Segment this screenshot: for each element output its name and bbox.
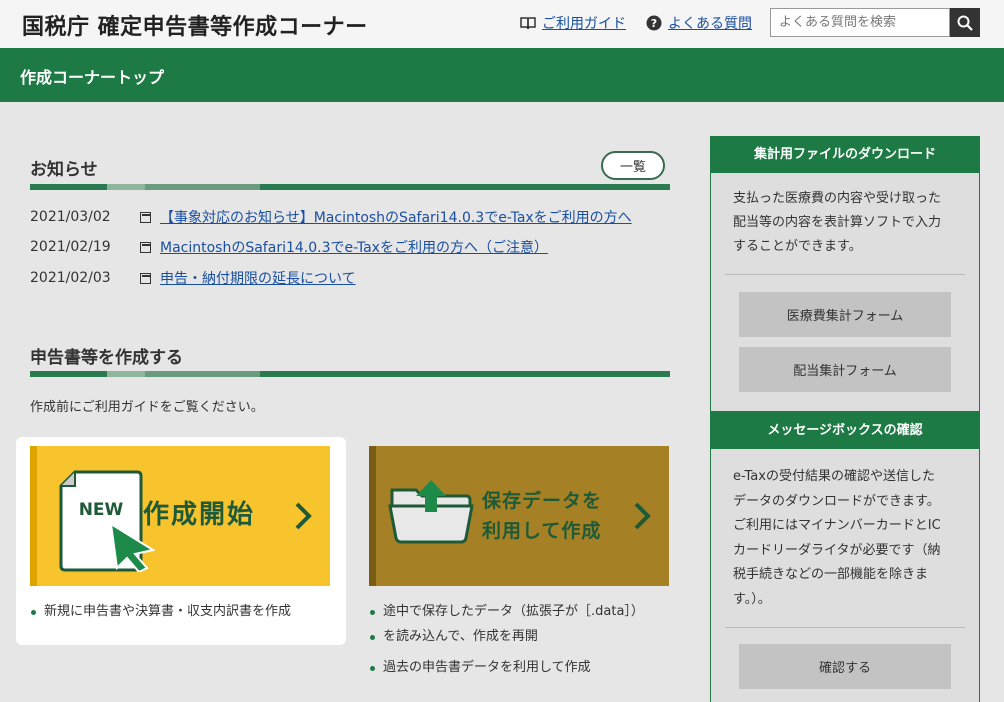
messagebox-text-line: データのダウンロードができます。 (733, 493, 940, 509)
book-icon (520, 17, 536, 30)
messagebox-text-line: カードリーダライタが必要です（納 (733, 542, 941, 558)
svg-text:?: ? (651, 17, 657, 30)
question-icon: ? (646, 15, 662, 31)
load-card-bullet-cont: を読み込んで、作成を再開 (370, 625, 538, 649)
site-title: 国税庁 確定申告書等作成コーナー (22, 15, 368, 40)
messagebox-panel: メッセージボックスの確認 e-Taxの受付結果の確認や送信した データのダウンロ… (710, 412, 980, 702)
download-text-line: 配当等の内容を表計算ソフトで入力 (733, 215, 942, 230)
messagebox-text-line: す。）。 (733, 591, 771, 607)
news-date: 2021/02/19 (30, 239, 111, 255)
news-date: 2021/02/03 (30, 270, 111, 286)
start-creation-button[interactable]: NEW 作成開始 (30, 446, 330, 586)
load-label-line2: 利用して作成 (482, 520, 602, 542)
create-divider (30, 371, 670, 377)
download-panel-title: 集計用ファイルのダウンロード (711, 137, 979, 173)
guide-link-label: ご利用ガイド (542, 16, 626, 32)
news-link[interactable]: 申告・納付期限の延長について (160, 268, 356, 288)
create-title: 申告書等を作成する (30, 348, 183, 368)
messagebox-separator (725, 627, 965, 628)
faq-link[interactable]: ? よくある質問 (646, 13, 752, 33)
header: 国税庁 確定申告書等作成コーナー ご利用ガイド ? よくある質問 (0, 0, 1004, 48)
news-date: 2021/03/02 (30, 209, 111, 225)
nav-title: 作成コーナートップ (20, 68, 165, 87)
load-label-line1: 保存データを (482, 490, 603, 512)
download-panel: 集計用ファイルのダウンロード 支払った医療費の内容や受け取った 配当等の内容を表… (710, 136, 980, 412)
load-card-bullet: 途中で保存したデータ（拡張子が［.data］） (370, 600, 644, 624)
notices-divider (30, 184, 670, 190)
messagebox-text-line: e-Taxの受付結果の確認や送信した (733, 469, 935, 484)
download-separator (725, 274, 965, 275)
new-card-bullet: 新規に申告書や決算書・収支内訳書を作成 (30, 600, 291, 624)
download-text-line: することができます。 (733, 239, 862, 254)
news-item: 2021/03/02 【事象対応のお知らせ】MacintoshのSafari14… (30, 207, 632, 227)
load-card-bullet: 過去の申告書データを利用して作成 (370, 656, 591, 680)
download-text-line: 支払った医療費の内容や受け取った (733, 191, 942, 206)
chevron-right-icon (295, 502, 312, 530)
download-panel-text: 支払った医療費の内容や受け取った 配当等の内容を表計算ソフトで入力 することがで… (711, 173, 979, 259)
guide-link[interactable]: ご利用ガイド (520, 13, 626, 33)
confirm-messagebox-button[interactable]: 確認する (739, 644, 951, 689)
nav-bar: 作成コーナートップ (0, 48, 1004, 102)
create-note: 作成前にご利用ガイドをご覧ください。 (30, 400, 264, 415)
news-item: 2021/02/03 申告・納付期限の延長について (30, 268, 356, 288)
search-icon (957, 15, 973, 31)
document-icon (140, 272, 151, 284)
messagebox-text-line: ご利用にはマイナンバーカードとIC (733, 518, 941, 533)
load-card-bullet-cont-text: を読み込んで、作成を再開 (383, 629, 538, 644)
load-saved-data-button[interactable]: 保存データを 利用して作成 (369, 446, 669, 586)
folder-upload-icon (388, 480, 474, 544)
messagebox-panel-title: メッセージボックスの確認 (711, 413, 979, 449)
messagebox-panel-text: e-Taxの受付結果の確認や送信した データのダウンロードができます。 ご利用に… (711, 449, 979, 612)
notices-list-button[interactable]: 一覧 (601, 151, 665, 180)
chevron-right-icon (634, 502, 651, 530)
search-button[interactable] (950, 8, 980, 37)
search-input[interactable] (770, 8, 950, 37)
document-icon (140, 241, 151, 253)
messagebox-text-line: 税手続きなどの一部機能を除きま (733, 567, 929, 582)
news-link[interactable]: 【事象対応のお知らせ】MacintoshのSafari14.0.3でe-Taxを… (160, 207, 632, 227)
start-creation-label: 作成開始 (143, 500, 256, 530)
document-icon (140, 211, 151, 223)
notices-title: お知らせ (30, 160, 98, 180)
new-badge: NEW (79, 500, 124, 520)
new-document-icon: NEW (59, 470, 155, 572)
news-link[interactable]: MacintoshのSafari14.0.3でe-Taxをご利用の方へ（ご注意） (160, 237, 548, 257)
news-item: 2021/02/19 MacintoshのSafari14.0.3でe-Taxを… (30, 237, 548, 257)
dividend-form-button[interactable]: 配当集計フォーム (739, 347, 951, 392)
medical-expense-form-button[interactable]: 医療費集計フォーム (739, 292, 951, 337)
faq-link-label: よくある質問 (668, 16, 752, 32)
